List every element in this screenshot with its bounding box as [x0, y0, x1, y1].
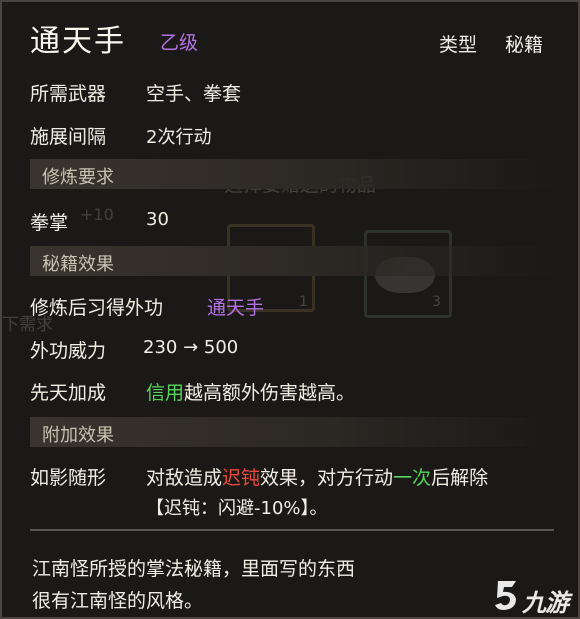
bonus-detail: 【迟钝：闪避-10%】。	[146, 498, 328, 519]
training-stat-value: 30	[146, 209, 169, 230]
learn-value: 通天手	[207, 297, 265, 319]
watermark-logo: 九游	[492, 577, 578, 617]
bonus-text-3: 后解除	[431, 467, 489, 489]
description-line-1: 江南怪所授的掌法秘籍，里面写的东西	[32, 558, 356, 580]
bonus-text: 对敌造成迟钝效果，对方行动一次后解除	[146, 463, 488, 490]
bg-side-text: +10	[80, 205, 114, 224]
section-bonus-title: 附加效果	[42, 425, 114, 446]
bonus-text-1: 对敌造成	[146, 467, 223, 489]
item-name: 通天手	[30, 24, 126, 59]
training-stat-label: 拳掌	[30, 212, 69, 234]
bg-slot-2-count: 3	[432, 294, 441, 310]
power-label: 外功威力	[30, 340, 107, 362]
bonus-name: 如影随形	[30, 467, 107, 489]
item-grade: 乙级	[160, 32, 199, 54]
type-label: 类型	[439, 34, 478, 56]
watermark-text: 九游	[522, 589, 569, 617]
innate-rest: 越高额外伤害越高。	[184, 382, 356, 404]
innate-text: 信用越高额外伤害越高。	[146, 378, 355, 405]
status-word: 迟钝	[222, 467, 261, 489]
type-value: 秘籍	[505, 34, 544, 56]
once-word: 一次	[393, 467, 432, 489]
item-tooltip: 选择要赠送的物品 +10 下需求 1 3 通天手 乙级 类型 秘籍 所需武器 空…	[0, 0, 580, 619]
divider	[30, 529, 554, 531]
interval-value: 2次行动	[146, 127, 212, 148]
learn-label: 修炼后习得外功	[30, 297, 164, 319]
section-training-title: 修炼要求	[42, 167, 114, 188]
description-line-2: 很有江南怪的风格。	[32, 590, 204, 612]
power-value: 230 → 500	[143, 337, 239, 358]
weapon-label: 所需武器	[30, 83, 107, 105]
section-training: 修炼要求	[30, 159, 557, 189]
bg-slot-1-count: 1	[299, 294, 308, 310]
innate-label: 先天加成	[30, 382, 107, 404]
weapon-value: 空手、拳套	[146, 83, 242, 105]
bonus-text-2: 效果，对方行动	[260, 467, 394, 489]
section-effect-title: 秘籍效果	[42, 254, 114, 275]
section-effect: 秘籍效果	[30, 246, 557, 276]
jiuyou-logo-icon	[495, 581, 516, 610]
innate-highlight: 信用	[146, 382, 185, 404]
interval-label: 施展间隔	[30, 126, 107, 148]
section-bonus: 附加效果	[30, 417, 557, 447]
